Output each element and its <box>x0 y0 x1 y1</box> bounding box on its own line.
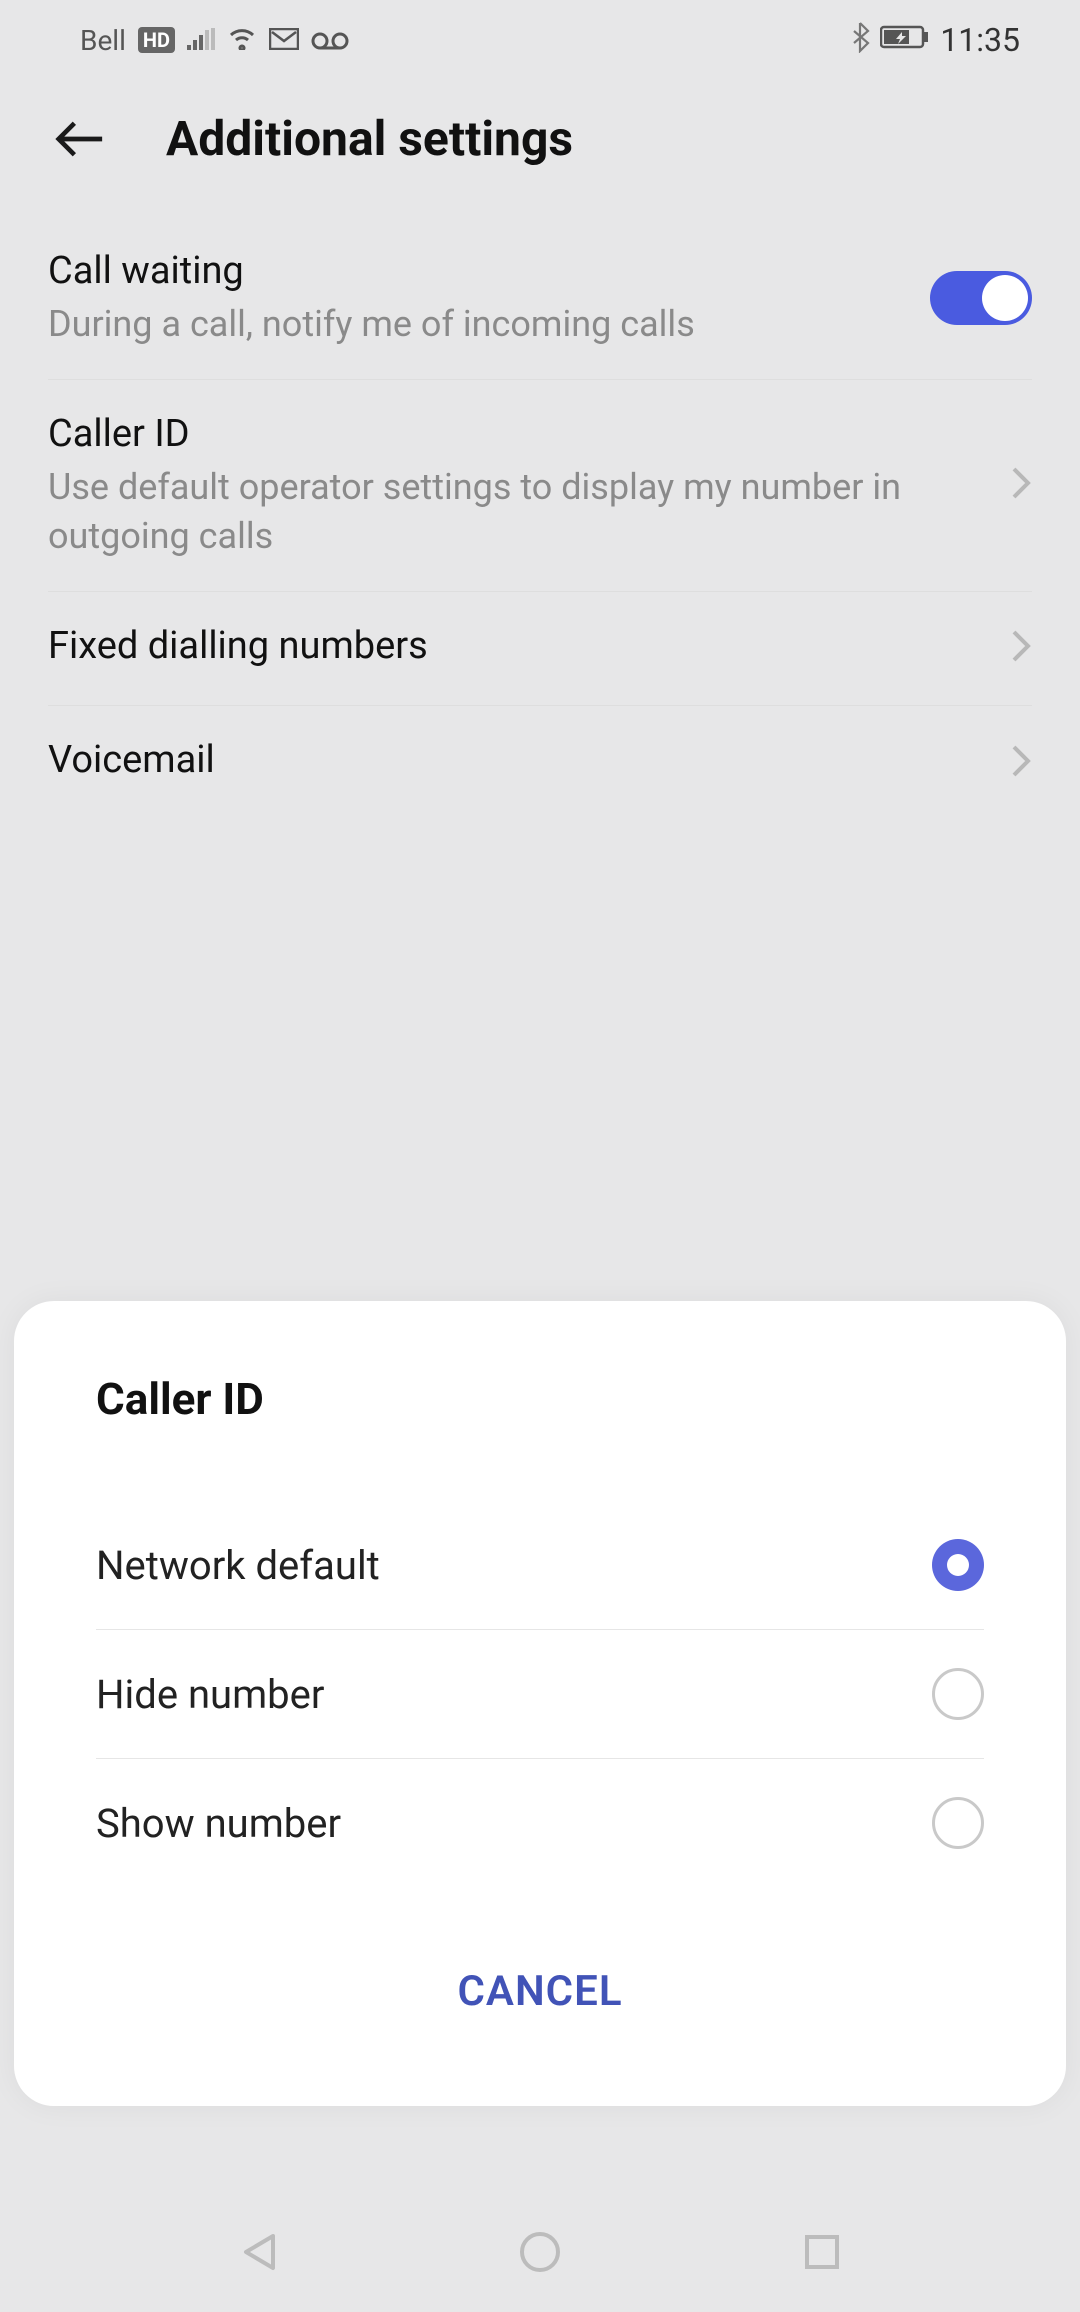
clock-time: 11:35 <box>940 21 1020 59</box>
setting-text: Fixed dialling numbers <box>48 622 1010 675</box>
option-label: Hide number <box>96 1671 324 1718</box>
option-label: Network default <box>96 1542 380 1589</box>
radio-unselected[interactable] <box>932 1668 984 1720</box>
settings-list: Call waiting During a call, notify me of… <box>0 217 1080 819</box>
caller-id-row[interactable]: Caller ID Use default operator settings … <box>48 380 1032 592</box>
fixed-dialling-title: Fixed dialling numbers <box>48 622 990 671</box>
page-title: Additional settings <box>166 110 573 167</box>
mail-icon <box>269 24 299 57</box>
back-button[interactable] <box>54 114 104 164</box>
nav-home-button[interactable] <box>516 2228 564 2276</box>
call-waiting-desc: During a call, notify me of incoming cal… <box>48 300 910 349</box>
call-waiting-toggle[interactable] <box>930 271 1032 325</box>
call-waiting-title: Call waiting <box>48 247 910 296</box>
call-waiting-row[interactable]: Call waiting During a call, notify me of… <box>48 217 1032 380</box>
dialog-title: Caller ID <box>96 1373 984 1425</box>
option-show-number[interactable]: Show number <box>96 1759 984 1887</box>
signal-icon <box>187 24 215 57</box>
triangle-back-icon <box>238 2230 278 2274</box>
option-hide-number[interactable]: Hide number <box>96 1630 984 1759</box>
cancel-button[interactable]: CANCEL <box>457 1967 622 2016</box>
status-right: 11:35 <box>850 21 1020 60</box>
voicemail-title: Voicemail <box>48 736 990 785</box>
caller-id-title: Caller ID <box>48 410 990 459</box>
dialog-actions: CANCEL <box>96 1967 984 2016</box>
hd-badge: HD <box>138 27 175 53</box>
option-network-default[interactable]: Network default <box>96 1501 984 1630</box>
nav-recent-button[interactable] <box>798 2228 846 2276</box>
chevron-right-icon <box>1010 743 1032 783</box>
chevron-right-icon <box>1010 465 1032 505</box>
nav-back-button[interactable] <box>234 2228 282 2276</box>
voicemail-icon <box>311 24 349 57</box>
caller-id-desc: Use default operator settings to display… <box>48 463 990 560</box>
fixed-dialling-row[interactable]: Fixed dialling numbers <box>48 592 1032 706</box>
arrow-left-icon <box>54 118 104 160</box>
radio-unselected[interactable] <box>932 1797 984 1849</box>
caller-id-dialog: Caller ID Network default Hide number Sh… <box>14 1301 1066 2106</box>
circle-home-icon <box>518 2230 562 2274</box>
wifi-icon <box>227 24 257 57</box>
status-bar: Bell HD 11:35 <box>0 0 1080 60</box>
bluetooth-icon <box>850 21 870 60</box>
setting-text: Voicemail <box>48 736 1010 789</box>
battery-icon <box>880 24 930 57</box>
setting-text: Call waiting During a call, notify me of… <box>48 247 930 349</box>
header: Additional settings <box>0 60 1080 217</box>
navigation-bar <box>0 2192 1080 2312</box>
radio-selected[interactable] <box>932 1539 984 1591</box>
option-label: Show number <box>96 1800 341 1847</box>
chevron-right-icon <box>1010 628 1032 668</box>
status-left: Bell HD <box>80 24 349 57</box>
voicemail-row[interactable]: Voicemail <box>48 706 1032 819</box>
carrier-label: Bell <box>80 24 126 57</box>
setting-text: Caller ID Use default operator settings … <box>48 410 1010 561</box>
square-recent-icon <box>802 2232 842 2272</box>
